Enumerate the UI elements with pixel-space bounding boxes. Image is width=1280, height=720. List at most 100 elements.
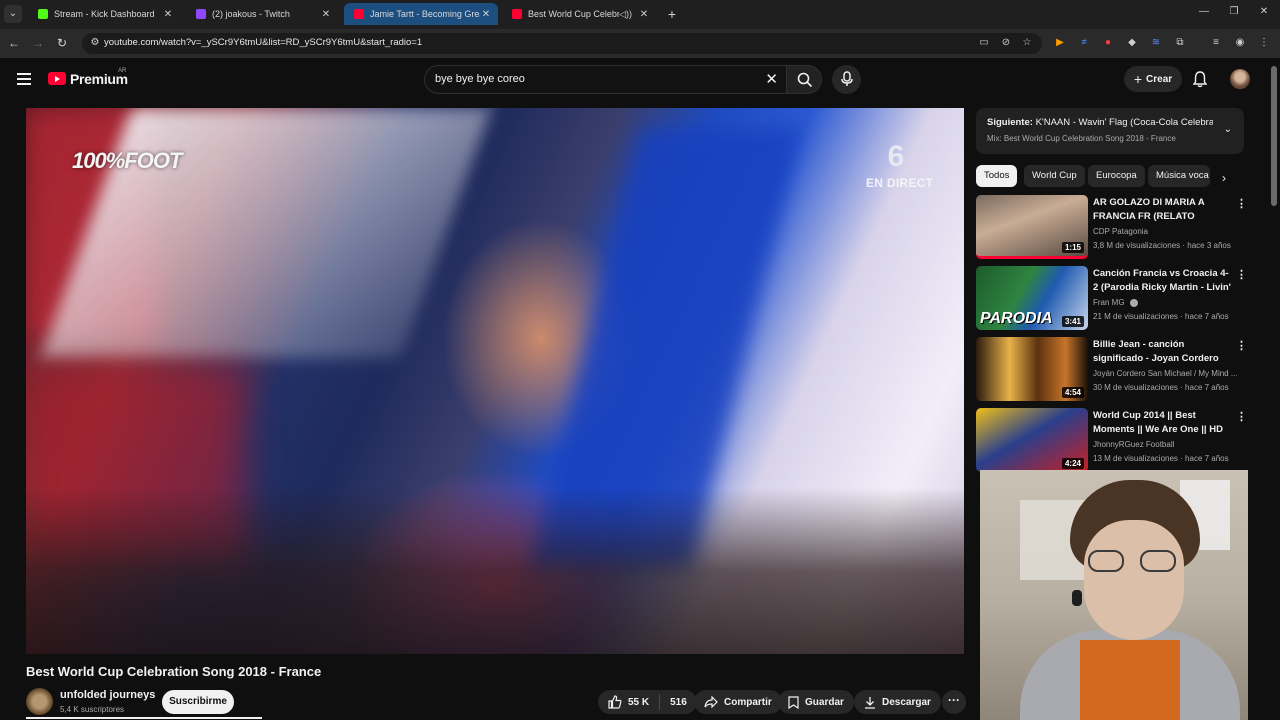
youtube-logo-icon[interactable] bbox=[48, 72, 66, 85]
recommendation-title[interactable]: Canción Francia vs Croacia 4-2 (Parodia … bbox=[1093, 267, 1233, 295]
like-dislike-group: 55 K 516 bbox=[598, 690, 697, 714]
cast-icon[interactable]: ▭ bbox=[978, 37, 990, 49]
browser-tab-strip: ⌄ Stream - Kick Dashboard ✕ (2) joakous … bbox=[0, 0, 1280, 29]
recommendation-item[interactable]: 1:15 AR GOLAZO DI MARIA A FRANCIA FR (RE… bbox=[976, 195, 1247, 261]
duration-badge: 4:54 bbox=[1061, 387, 1084, 398]
share-button[interactable]: Compartir bbox=[694, 690, 782, 714]
forward-icon[interactable]: → bbox=[30, 35, 46, 51]
recommendation-title[interactable]: World Cup 2014 || Best Moments || We Are… bbox=[1093, 409, 1233, 437]
account-avatar[interactable] bbox=[1230, 69, 1250, 89]
video-title: Best World Cup Celebration Song 2018 - F… bbox=[26, 664, 322, 679]
more-vert-icon[interactable]: ⋮ bbox=[1236, 197, 1247, 210]
create-button[interactable]: + Crear bbox=[1124, 66, 1182, 92]
video-thumbnail[interactable]: PARODIA 3:41 bbox=[976, 266, 1088, 330]
close-icon[interactable]: ✕ bbox=[480, 9, 492, 20]
like-button[interactable]: 55 K bbox=[608, 695, 649, 709]
search-button[interactable] bbox=[786, 65, 822, 94]
back-icon[interactable]: ← bbox=[6, 35, 22, 51]
subscribe-button[interactable]: Suscribirme bbox=[162, 690, 234, 714]
video-player[interactable]: 100%FOOT 6 EN DIRECT bbox=[26, 108, 964, 654]
tab-search-button[interactable]: ⌄ bbox=[4, 5, 22, 23]
recommendation-channel[interactable]: CDP Patagonia bbox=[1093, 227, 1243, 236]
reload-icon[interactable]: ↻ bbox=[54, 35, 70, 51]
duration-badge: 3:41 bbox=[1061, 316, 1084, 327]
chevron-right-icon[interactable]: › bbox=[1222, 171, 1226, 185]
tab-twitch[interactable]: (2) joakous - Twitch ✕ bbox=[186, 3, 338, 25]
recommendation-meta: 3,8 M de visualizaciones · hace 3 años bbox=[1093, 241, 1231, 250]
youtube-icon bbox=[512, 9, 522, 19]
more-vert-icon[interactable]: ⋮ bbox=[1236, 339, 1247, 352]
extension-translate-icon[interactable]: ≠ bbox=[1078, 37, 1090, 49]
extensions-puzzle-icon[interactable]: ⧉ bbox=[1174, 37, 1186, 49]
site-info-icon[interactable]: ⚙ bbox=[88, 36, 102, 50]
close-icon[interactable]: ✕ bbox=[638, 9, 650, 20]
video-thumbnail[interactable]: 4:24 bbox=[976, 408, 1088, 472]
recommendation-meta: 21 M de visualizaciones · hace 7 años bbox=[1093, 312, 1229, 321]
page-load-indicator bbox=[26, 717, 262, 719]
window-close-icon[interactable]: ✕ bbox=[1256, 6, 1272, 17]
speaker-icon[interactable]: ◁)) bbox=[619, 9, 632, 20]
close-icon[interactable]: ✕ bbox=[162, 9, 174, 20]
more-vert-icon[interactable]: ⋮ bbox=[1236, 410, 1247, 423]
live-label: EN DIRECT bbox=[866, 176, 934, 190]
video-thumbnail[interactable]: 1:15 bbox=[976, 195, 1088, 259]
comments-count[interactable]: 516 bbox=[670, 697, 687, 708]
chip-musica-vocal[interactable]: Música voca bbox=[1148, 165, 1210, 187]
address-bar[interactable]: ⚙ youtube.com/watch?v=_ySCr9Y6tmU&list=R… bbox=[82, 33, 1042, 54]
chip-world-cup[interactable]: World Cup bbox=[1024, 165, 1085, 187]
recommendation-title[interactable]: Billie Jean - canción significado - Joya… bbox=[1093, 338, 1233, 366]
media-controls-icon[interactable]: ≡ bbox=[1210, 37, 1222, 49]
kick-icon bbox=[38, 9, 48, 19]
eye-off-icon[interactable]: ⊘ bbox=[1000, 37, 1012, 49]
recommendation-item[interactable]: 4:54 Billie Jean - canción significado -… bbox=[976, 337, 1247, 403]
recommendation-item[interactable]: 4:24 World Cup 2014 || Best Moments || W… bbox=[976, 408, 1247, 474]
more-actions-icon[interactable]: ··· bbox=[942, 690, 966, 714]
menu-icon[interactable] bbox=[17, 73, 31, 85]
bookmark-star-icon[interactable]: ☆ bbox=[1021, 37, 1033, 49]
extension-diamond-icon[interactable]: ◆ bbox=[1126, 37, 1138, 49]
tab-jamie-tartt[interactable]: Jamie Tartt - Becoming Great ✕ bbox=[344, 3, 498, 25]
tab-best-world-cup[interactable]: Best World Cup Celebration ◁)) ✕ bbox=[502, 3, 656, 25]
recommendation-channel[interactable]: JhonnyRGuez Football bbox=[1093, 440, 1243, 449]
minimize-icon[interactable]: — bbox=[1196, 6, 1212, 17]
search-input[interactable]: bye bye bye coreo ✕ bbox=[424, 65, 786, 94]
chevron-down-icon[interactable]: ⌄ bbox=[1224, 124, 1232, 135]
recommendation-channel[interactable]: Joyán Cordero San Michael / My Mind ... bbox=[1093, 369, 1243, 378]
voice-search-button[interactable] bbox=[832, 65, 861, 94]
recommendation-title[interactable]: AR GOLAZO DI MARIA A FRANCIA FR (RELATO … bbox=[1093, 196, 1233, 224]
chip-eurocopa[interactable]: Eurocopa bbox=[1088, 165, 1145, 187]
video-thumbnail[interactable]: 4:54 bbox=[976, 337, 1088, 401]
notifications-bell-icon[interactable] bbox=[1192, 70, 1208, 88]
tab-kick-dashboard[interactable]: Stream - Kick Dashboard ✕ bbox=[28, 3, 180, 25]
video-frame-detail bbox=[26, 488, 964, 654]
extension-wave-icon[interactable]: ≋ bbox=[1150, 37, 1162, 49]
clear-search-icon[interactable]: ✕ bbox=[765, 70, 778, 88]
download-button[interactable]: Descargar bbox=[854, 690, 941, 714]
profile-icon[interactable]: ◉ bbox=[1234, 37, 1246, 49]
restore-icon[interactable]: ❐ bbox=[1226, 6, 1242, 17]
channel-name[interactable]: unfolded journeys bbox=[60, 689, 155, 701]
save-button[interactable]: Guardar bbox=[778, 690, 854, 714]
page-scrollbar[interactable] bbox=[1271, 66, 1277, 206]
up-next-card[interactable]: Siguiente: K'NAAN - Wavin' Flag (Coca-Co… bbox=[976, 108, 1244, 154]
thumbs-up-icon bbox=[608, 695, 622, 709]
microphone-icon bbox=[841, 71, 853, 86]
tv-channel-logo: 6 bbox=[887, 140, 905, 173]
new-tab-button[interactable]: + bbox=[664, 5, 680, 23]
chip-todos[interactable]: Todos bbox=[976, 165, 1018, 187]
more-vert-icon[interactable]: ⋮ bbox=[1236, 268, 1247, 281]
webcam-person-shirt bbox=[1080, 640, 1180, 720]
plus-icon: + bbox=[1133, 71, 1143, 87]
recommendation-item[interactable]: PARODIA 3:41 Canción Francia vs Croacia … bbox=[976, 266, 1247, 332]
webcam-person-face bbox=[1084, 520, 1184, 640]
download-icon bbox=[865, 696, 875, 709]
share-arrow-icon bbox=[704, 696, 718, 708]
channel-avatar[interactable] bbox=[26, 688, 53, 715]
thumbnail-caption: PARODIA bbox=[980, 310, 1053, 327]
browser-menu-icon[interactable]: ⋮ bbox=[1258, 37, 1270, 49]
close-icon[interactable]: ✕ bbox=[320, 9, 332, 20]
recommendation-channel[interactable]: Fran MG bbox=[1093, 298, 1243, 307]
extension-record-icon[interactable]: ● bbox=[1102, 37, 1114, 49]
extension-play-icon[interactable]: ▶ bbox=[1054, 37, 1066, 49]
up-next-title: Siguiente: K'NAAN - Wavin' Flag (Coca-Co… bbox=[987, 117, 1213, 128]
